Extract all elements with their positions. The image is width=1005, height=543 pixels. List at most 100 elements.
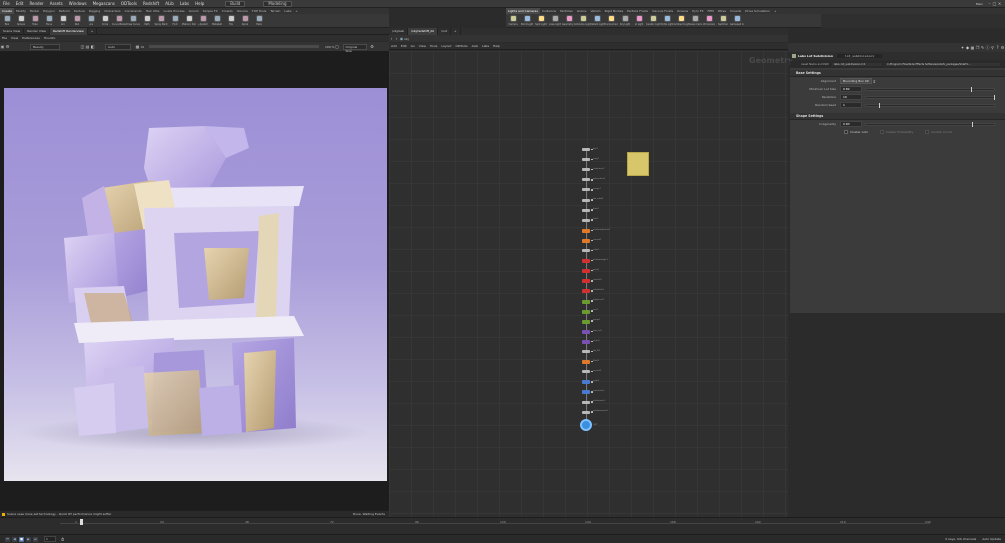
checkbox[interactable] — [925, 130, 930, 134]
asset-path-field[interactable]: C:/Program Files/Side Effects Software/s… — [885, 63, 1000, 66]
jump-start-icon[interactable]: ⏮ — [5, 536, 10, 542]
tool-point-light[interactable]: Point Light — [520, 14, 534, 28]
network-node[interactable] — [582, 148, 590, 151]
toggle-cluster-lots[interactable]: Cluster Lots — [844, 130, 868, 134]
current-frame-field[interactable]: 1 — [44, 536, 56, 542]
tool-draw-curve[interactable]: Draw Curve — [126, 14, 140, 28]
tool-caustic-light[interactable]: Caustic Light — [646, 14, 660, 28]
tool-switcher[interactable]: Switcher — [716, 14, 730, 28]
menu-file[interactable]: File — [3, 1, 10, 6]
tool-l-system[interactable]: L-System — [196, 14, 210, 28]
step-back-icon[interactable]: ◀ — [12, 536, 17, 542]
network-node[interactable] — [582, 390, 590, 395]
playhead[interactable] — [80, 519, 83, 525]
network-node[interactable] — [582, 158, 590, 162]
menu-redshift[interactable]: Redshift — [143, 1, 159, 6]
network-menu-edit[interactable]: Edit — [399, 44, 409, 48]
auto-update-button[interactable]: Auto Update — [982, 537, 1001, 541]
menu-megascans[interactable]: Megascans — [93, 1, 115, 6]
compare-icon[interactable]: ◧ — [90, 44, 95, 49]
param-slider[interactable] — [865, 121, 995, 127]
pane-tab-redshift-renderview[interactable]: Redshift Renderview — [50, 27, 88, 35]
asset-name-field[interactable]: labs::lot_subdivision:2.0 — [832, 63, 882, 66]
network-menu-layout[interactable]: Layout — [439, 44, 453, 48]
desktop-selector[interactable]: Modeling — [263, 0, 292, 7]
pane-menu-file[interactable]: File — [0, 36, 9, 40]
gear-icon[interactable]: ⚙ — [1000, 45, 1005, 50]
play-icon[interactable]: ▶ — [26, 536, 31, 542]
output-node[interactable] — [580, 418, 592, 431]
tool-volume-light[interactable]: Volume Light — [576, 14, 590, 28]
menu-help[interactable]: Help — [195, 1, 204, 6]
network-node[interactable] — [582, 400, 590, 404]
network-node[interactable] — [582, 238, 590, 243]
node-name-field[interactable]: lot_subdivision1 — [836, 54, 882, 58]
tool-path[interactable]: Path — [140, 14, 154, 28]
network-node[interactable] — [582, 309, 590, 314]
network-node[interactable] — [582, 370, 590, 374]
tool-gi-light[interactable]: GI Light — [632, 14, 646, 28]
menu-render[interactable]: Render — [29, 1, 43, 6]
pane-menu-preferences[interactable]: Preferences — [20, 36, 42, 40]
network-tab[interactable]: /obj/Lab — [389, 28, 409, 35]
network-node[interactable] — [582, 279, 590, 284]
network-node[interactable] — [582, 360, 590, 365]
network-menu-tools[interactable]: Tools — [428, 44, 439, 48]
menu-assets[interactable]: Assets — [50, 1, 63, 6]
menu-windows[interactable]: Windows — [69, 1, 87, 6]
aov-display-dropdown[interactable]: Beauty — [30, 43, 60, 50]
pane-tab-render-view[interactable]: Render View — [24, 27, 50, 35]
network-node[interactable] — [582, 198, 590, 202]
network-node[interactable] — [582, 319, 590, 324]
network-node[interactable] — [582, 208, 590, 212]
network-node[interactable] — [582, 329, 590, 334]
network-node[interactable] — [582, 218, 590, 222]
network-path[interactable]: obj — [404, 37, 409, 41]
param-slider[interactable] — [865, 102, 995, 108]
network-node[interactable] — [582, 350, 590, 353]
size-dropdown[interactable]: Original Size — [342, 43, 367, 53]
slider-handle[interactable] — [994, 94, 995, 100]
tool-line[interactable]: Line — [84, 14, 98, 28]
sticky-note[interactable] — [627, 152, 649, 176]
region-icon[interactable]: ▭ — [140, 44, 145, 49]
tool-grid[interactable]: Grid — [56, 14, 70, 28]
tool-font[interactable]: Font — [168, 14, 182, 28]
channel-dropdown[interactable]: Auto — [105, 43, 131, 50]
tool-sphere[interactable]: Sphere — [14, 14, 28, 28]
tool-box[interactable]: Box — [0, 14, 14, 28]
toggle-cluster-probability[interactable]: Cluster Probability — [879, 130, 913, 134]
network-node[interactable] — [582, 289, 590, 294]
tool-circle[interactable]: Circle — [98, 14, 112, 28]
tool-spiral[interactable]: Spiral — [238, 14, 252, 28]
tool-spray-paint[interactable]: Spray Paint — [154, 14, 168, 28]
render-viewport[interactable] — [4, 88, 387, 481]
tool-tube[interactable]: Tube — [28, 14, 42, 28]
param-value-field[interactable]: 10 — [840, 94, 862, 100]
checkbox[interactable] — [879, 130, 884, 134]
network-node[interactable] — [582, 380, 590, 385]
chevron-updown-icon[interactable]: ⇕ — [872, 79, 877, 84]
build-selector[interactable]: Build — [225, 0, 246, 7]
tool-geometry-light[interactable]: Geometry Light — [562, 14, 576, 28]
menu-labs[interactable]: Labs — [180, 1, 189, 6]
add-network-tab-icon[interactable]: + — [451, 28, 461, 35]
jump-end-icon[interactable]: ⏭ — [33, 536, 38, 542]
tool-gamepad-camera[interactable]: Gamepad Camera — [730, 14, 744, 28]
network-menu-labs[interactable]: Labs — [480, 44, 491, 48]
desktop-name[interactable]: Main — [976, 2, 983, 6]
slider-handle[interactable] — [972, 121, 974, 127]
network-menu-alib[interactable]: ALib — [470, 44, 480, 48]
tool-spot-light[interactable]: Spot Light — [534, 14, 548, 28]
network-node[interactable] — [582, 228, 590, 233]
timeline-track[interactable] — [60, 523, 930, 524]
network-node[interactable] — [582, 188, 590, 192]
network-node[interactable] — [582, 410, 590, 414]
stop-icon[interactable]: ■ — [19, 536, 24, 542]
network-menu-go[interactable]: Go — [409, 44, 417, 48]
network-menu-help[interactable]: Help — [491, 44, 502, 48]
network-node[interactable] — [582, 168, 590, 172]
tool-stereo-camera[interactable]: Stereo Camera — [688, 14, 702, 28]
tool-vr-camera[interactable]: VR Camera — [702, 14, 716, 28]
tool-curve-bezier[interactable]: Curve Bezier — [112, 14, 126, 28]
